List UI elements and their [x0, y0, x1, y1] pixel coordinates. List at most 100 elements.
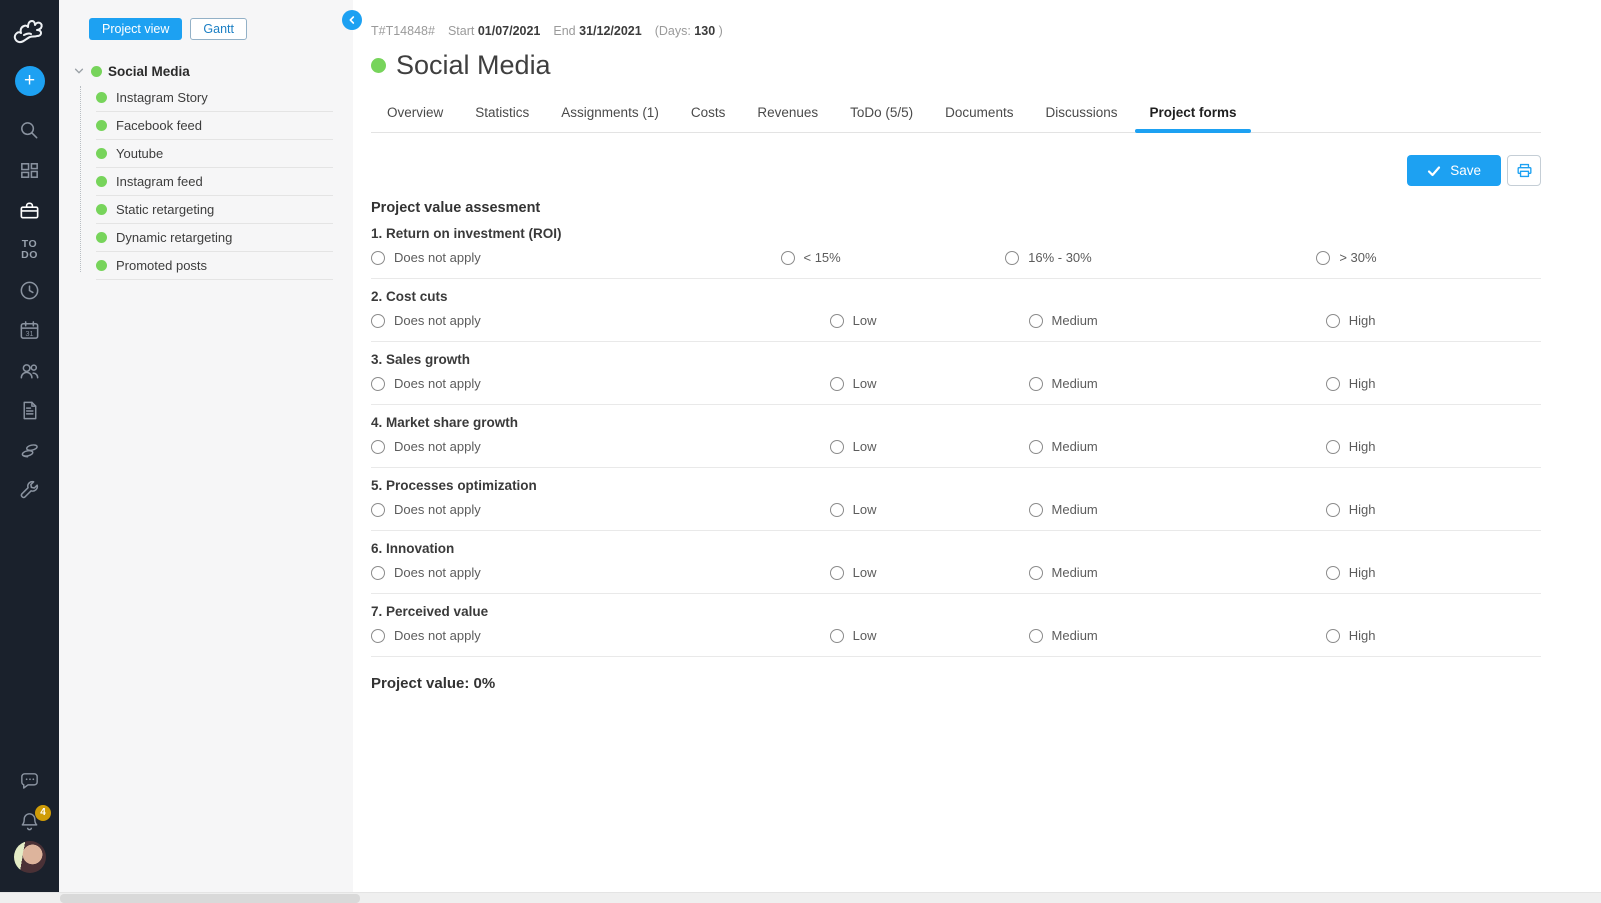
tab[interactable]: Discussions — [1029, 95, 1133, 132]
radio-option[interactable]: Medium — [1029, 502, 1326, 517]
radio-option[interactable]: Medium — [1029, 313, 1326, 328]
radio-option[interactable]: Does not apply — [371, 250, 781, 265]
radio-option[interactable]: Does not apply — [371, 502, 830, 517]
tab[interactable]: Revenues — [741, 95, 834, 132]
radio-circle-icon[interactable] — [1029, 377, 1043, 391]
tab[interactable]: Overview — [371, 95, 459, 132]
radio-circle-icon[interactable] — [1005, 251, 1019, 265]
radio-circle-icon[interactable] — [1326, 314, 1340, 328]
wrench-icon[interactable] — [0, 470, 59, 510]
radio-option[interactable]: > 30% — [1316, 250, 1541, 265]
radio-option[interactable]: < 15% — [781, 250, 1006, 265]
radio-circle-icon[interactable] — [371, 503, 385, 517]
radio-circle-icon[interactable] — [1029, 629, 1043, 643]
tab[interactable]: ToDo (5/5) — [834, 95, 929, 132]
radio-option[interactable]: Medium — [1029, 565, 1326, 580]
tree-root-social-media[interactable]: Social Media — [73, 60, 353, 82]
radio-circle-icon[interactable] — [371, 629, 385, 643]
radio-circle-icon[interactable] — [781, 251, 795, 265]
radio-circle-icon[interactable] — [1326, 377, 1340, 391]
dashboard-icon[interactable] — [0, 150, 59, 190]
radio-circle-icon[interactable] — [830, 566, 844, 580]
radio-option[interactable]: High — [1326, 565, 1541, 580]
radio-option[interactable]: Low — [830, 502, 1029, 517]
radio-option[interactable]: Does not apply — [371, 628, 830, 643]
tree-item[interactable]: Dynamic retargeting — [96, 224, 333, 252]
radio-circle-icon[interactable] — [1029, 440, 1043, 454]
radio-circle-icon[interactable] — [830, 503, 844, 517]
radio-option[interactable]: High — [1326, 376, 1541, 391]
radio-option[interactable]: Does not apply — [371, 376, 830, 391]
radio-circle-icon[interactable] — [1326, 503, 1340, 517]
search-icon[interactable] — [0, 110, 59, 150]
coins-icon[interactable] — [0, 430, 59, 470]
radio-option[interactable]: Low — [830, 628, 1029, 643]
radio-option[interactable]: Medium — [1029, 439, 1326, 454]
radio-option[interactable]: High — [1326, 502, 1541, 517]
tree-item[interactable]: Instagram feed — [96, 168, 333, 196]
gantt-button[interactable]: Gantt — [190, 18, 247, 40]
briefcase-icon[interactable] — [0, 190, 59, 230]
tab[interactable]: Statistics — [459, 95, 545, 132]
radio-circle-icon[interactable] — [830, 314, 844, 328]
radio-circle-icon[interactable] — [371, 251, 385, 265]
radio-option[interactable]: Does not apply — [371, 565, 830, 580]
status-dot-icon — [96, 176, 107, 187]
tree-item[interactable]: Instagram Story — [96, 84, 333, 112]
bell-icon[interactable]: 4 — [0, 801, 59, 841]
radio-circle-icon[interactable] — [371, 377, 385, 391]
tab[interactable]: Costs — [675, 95, 742, 132]
radio-option-label: Low — [853, 502, 877, 517]
radio-option[interactable]: Does not apply — [371, 439, 830, 454]
save-button[interactable]: Save — [1407, 155, 1501, 186]
collapse-sidebar-button[interactable] — [342, 10, 362, 30]
scrollbar-thumb[interactable] — [60, 894, 360, 903]
radio-circle-icon[interactable] — [830, 629, 844, 643]
app-logo-hand-icon[interactable] — [10, 8, 50, 54]
print-button[interactable] — [1507, 155, 1541, 186]
tab[interactable]: Documents — [929, 95, 1029, 132]
radio-circle-icon[interactable] — [1326, 629, 1340, 643]
chat-icon[interactable] — [0, 761, 59, 801]
tab[interactable]: Project forms — [1133, 95, 1252, 132]
document-icon[interactable] — [0, 390, 59, 430]
radio-option[interactable]: 16% - 30% — [1005, 250, 1316, 265]
avatar[interactable] — [14, 841, 46, 873]
radio-option[interactable]: Medium — [1029, 628, 1326, 643]
radio-option[interactable]: High — [1326, 313, 1541, 328]
add-button[interactable]: + — [15, 66, 45, 96]
tree-item[interactable]: Static retargeting — [96, 196, 333, 224]
tab[interactable]: Assignments (1) — [545, 95, 675, 132]
horizontal-scrollbar[interactable] — [0, 892, 1601, 903]
people-icon[interactable] — [0, 350, 59, 390]
radio-circle-icon[interactable] — [371, 440, 385, 454]
clock-icon[interactable] — [0, 270, 59, 310]
tree-item[interactable]: Promoted posts — [96, 252, 333, 280]
calendar-icon[interactable]: 31 — [0, 310, 59, 350]
radio-option[interactable]: High — [1326, 628, 1541, 643]
radio-circle-icon[interactable] — [1029, 566, 1043, 580]
radio-option[interactable]: Medium — [1029, 376, 1326, 391]
radio-circle-icon[interactable] — [371, 314, 385, 328]
tree-item[interactable]: Youtube — [96, 140, 333, 168]
project-view-button[interactable]: Project view — [89, 18, 182, 40]
radio-circle-icon[interactable] — [830, 440, 844, 454]
radio-option[interactable]: Does not apply — [371, 313, 830, 328]
tree-item[interactable]: Facebook feed — [96, 112, 333, 140]
radio-option[interactable]: Low — [830, 565, 1029, 580]
radio-circle-icon[interactable] — [830, 377, 844, 391]
radio-circle-icon[interactable] — [1326, 440, 1340, 454]
radio-circle-icon[interactable] — [1326, 566, 1340, 580]
radio-option[interactable]: Low — [830, 313, 1029, 328]
radio-option[interactable]: Low — [830, 376, 1029, 391]
todo-nav-label[interactable]: TO DO — [21, 230, 38, 270]
radio-circle-icon[interactable] — [1029, 314, 1043, 328]
radio-option[interactable]: Low — [830, 439, 1029, 454]
chevron-down-icon[interactable] — [73, 65, 85, 77]
radio-circle-icon[interactable] — [1029, 503, 1043, 517]
radio-circle-icon[interactable] — [1316, 251, 1330, 265]
radio-option[interactable]: High — [1326, 439, 1541, 454]
tree-item-label: Instagram Story — [116, 90, 208, 105]
radio-circle-icon[interactable] — [371, 566, 385, 580]
tab-bar: Overview Statistics Assignments (1) Cost… — [371, 95, 1541, 133]
